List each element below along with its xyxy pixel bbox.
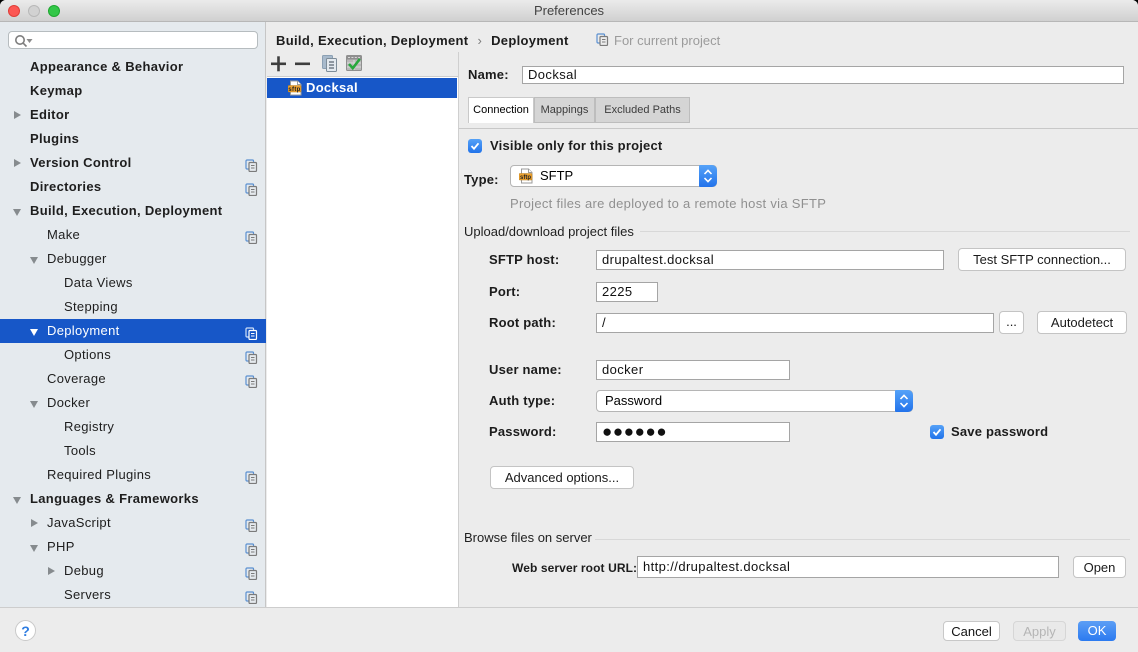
svg-text:sftp: sftp [288,87,300,93]
svg-text:sftp: sftp [520,175,531,181]
